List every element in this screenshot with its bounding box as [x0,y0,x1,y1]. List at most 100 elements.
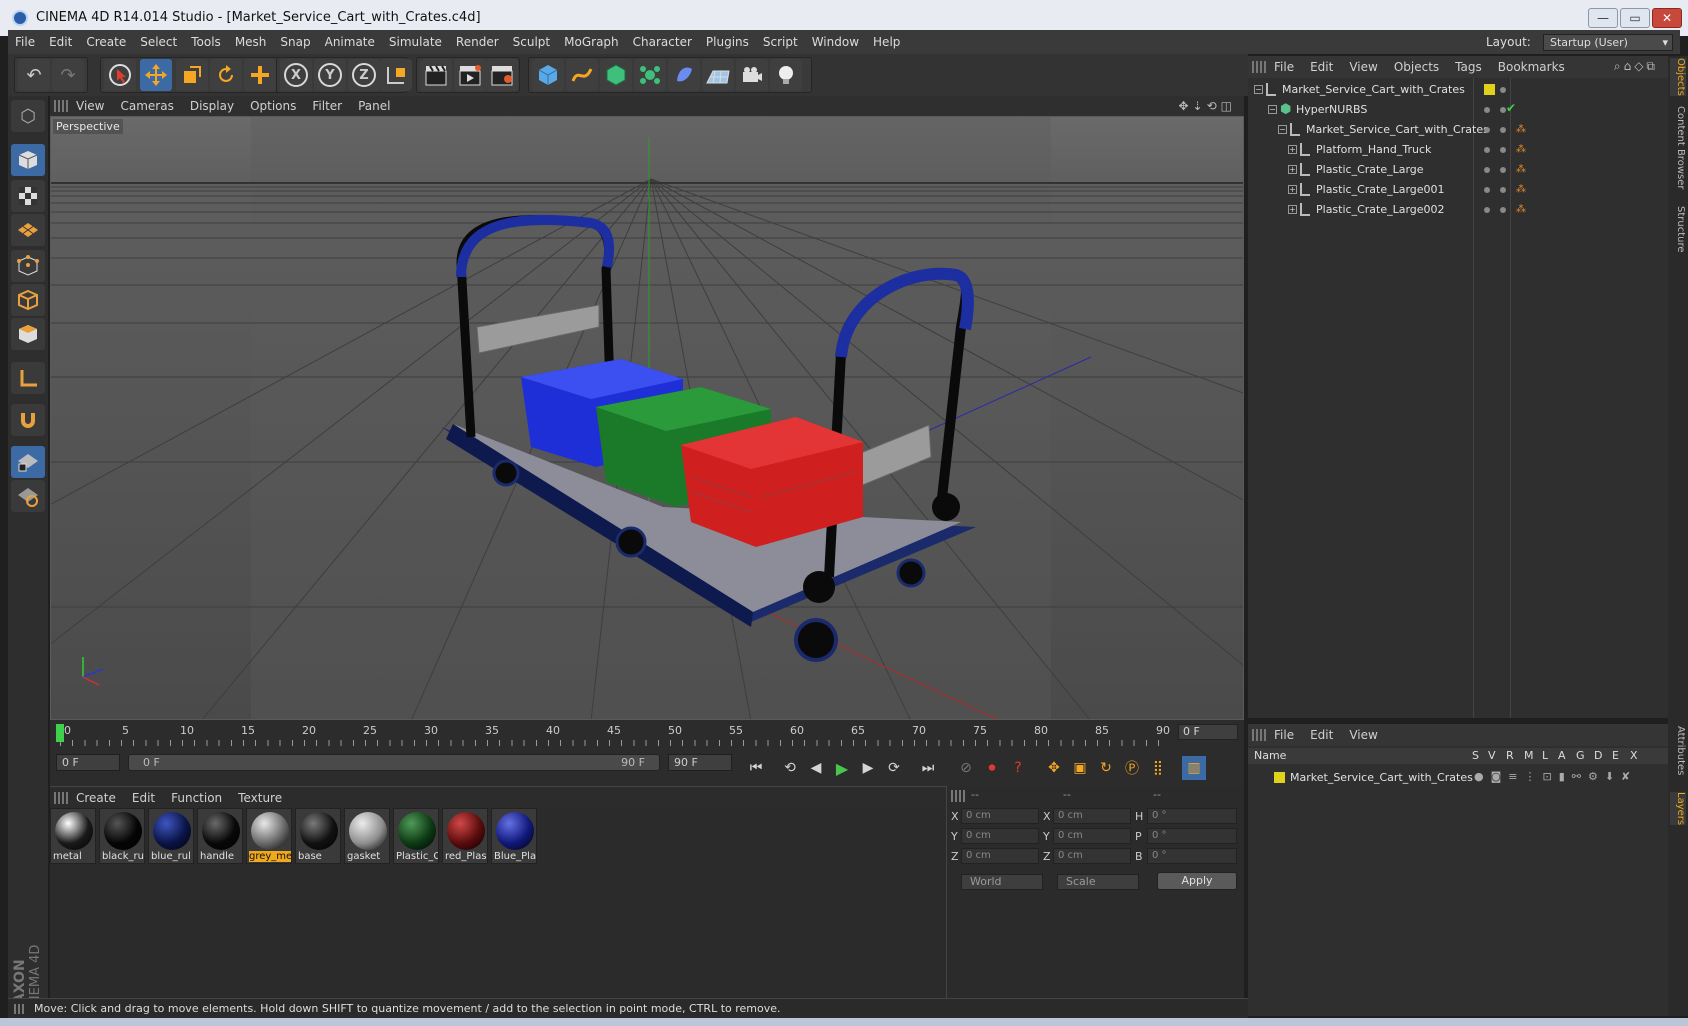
visibility-dot[interactable] [1500,87,1506,93]
redo-button[interactable]: ↷ [52,59,84,91]
tab-structure[interactable]: Structure [1670,206,1686,253]
keyframe-selection-button[interactable]: ? [1006,756,1030,780]
visibility-dot[interactable] [1500,207,1506,213]
timeline-playhead[interactable] [56,724,64,742]
collapse-icon[interactable]: − [1268,105,1277,114]
collapse-icon[interactable]: − [1254,85,1263,94]
lock-y-button[interactable]: Y [314,59,346,91]
current-frame-field[interactable]: 0 F [1178,724,1238,740]
object-row[interactable]: − Market_Service_Cart_with_Crates [1248,80,1668,100]
position-z-field[interactable]: 0 cm [961,848,1039,864]
menu-snap[interactable]: Snap [273,30,317,54]
rotation-b-field[interactable]: 0 ° [1147,848,1237,864]
cube-button[interactable] [532,59,564,91]
lock-workplane-button[interactable] [11,446,45,478]
layer-menu-view[interactable]: View [1341,724,1385,746]
menu-window[interactable]: Window [805,30,866,54]
key-scale-button[interactable]: ▣ [1068,756,1092,780]
layout-select[interactable]: Startup (User) [1543,34,1673,51]
texture-tag-icon[interactable]: ⁂ [1516,124,1526,135]
material-swatch[interactable]: blue_rul [148,808,194,864]
go-to-end-button[interactable]: ⏭ [916,756,940,780]
axis-mode-button[interactable] [11,362,45,394]
key-parameter-button[interactable]: Ⓟ [1120,756,1144,780]
tab-attributes[interactable]: Attributes [1670,726,1686,775]
visibility-dot[interactable] [1484,167,1490,173]
timeline-window-button[interactable]: ▥ [1182,756,1206,780]
autokey-button[interactable]: ⏺ [980,756,1004,780]
visibility-dot[interactable] [1484,107,1490,113]
play-button[interactable]: ▶ [830,756,854,780]
visibility-dot[interactable] [1500,147,1506,153]
3d-viewport[interactable]: Perspective [50,116,1244,720]
object-row[interactable]: + Plastic_Crate_Large ⁂ [1248,160,1668,180]
material-menu-create[interactable]: Create [68,787,124,809]
floor-button[interactable] [702,59,734,91]
deformer-button[interactable] [668,59,700,91]
material-swatch[interactable]: base [295,808,341,864]
visibility-dot[interactable] [1484,187,1490,193]
object-menu-bookmarks[interactable]: Bookmarks [1490,56,1573,78]
model-mode-button[interactable] [11,144,45,176]
object-menu-edit[interactable]: Edit [1302,56,1341,78]
material-swatch[interactable]: handle [197,808,243,864]
object-menu-objects[interactable]: Objects [1386,56,1447,78]
viewport-menu-filter[interactable]: Filter [304,96,350,116]
enabled-check-icon[interactable]: ✔ [1506,101,1516,115]
menu-sculpt[interactable]: Sculpt [506,30,557,54]
live-selection-button[interactable] [104,59,136,91]
frame-range-slider[interactable]: 0 F 90 F [128,754,660,771]
planar-workplane-button[interactable] [11,480,45,512]
visibility-dot[interactable] [1484,207,1490,213]
material-swatch[interactable]: grey_me [246,808,292,864]
end-frame-field[interactable]: 90 F [668,754,732,771]
viewport-menu-view[interactable]: View [68,96,112,116]
expand-icon[interactable]: + [1288,185,1297,194]
object-row[interactable]: + Plastic_Crate_Large002 ⁂ [1248,200,1668,220]
texture-tag-icon[interactable]: ⁂ [1516,204,1526,215]
viewport-menu-cameras[interactable]: Cameras [112,96,181,116]
light-button[interactable] [770,59,802,91]
object-menu-tags[interactable]: Tags [1447,56,1490,78]
array-button[interactable] [634,59,666,91]
collapse-icon[interactable]: − [1278,125,1287,134]
record-active-button[interactable]: ⊘ [954,756,978,780]
material-swatch[interactable]: metal [50,808,96,864]
key-pla-button[interactable]: ⣿ [1146,756,1170,780]
texture-tag-icon[interactable]: ⁂ [1516,164,1526,175]
menu-create[interactable]: Create [79,30,133,54]
viewport-menu-options[interactable]: Options [242,96,304,116]
visibility-dot[interactable] [1484,127,1490,133]
viewport-nav-icons[interactable]: ✥⇣⟲◫ [1178,99,1236,113]
layer-row[interactable]: Market_Service_Cart_with_Crates ●◙≡⋮⊡▮⚯⚙… [1248,768,1668,788]
object-manager-search-icons[interactable]: ⌕⌂◇⧉ [1614,59,1658,74]
rotation-p-field[interactable]: 0 ° [1147,828,1237,844]
material-menu-texture[interactable]: Texture [230,787,290,809]
coordinate-space-select[interactable]: World [961,874,1043,890]
next-key-button[interactable]: ⟳ [882,756,906,780]
render-view-button[interactable] [420,59,452,91]
texture-tag-icon[interactable]: ⁂ [1516,144,1526,155]
previous-key-button[interactable]: ⟲ [778,756,802,780]
timeline-ruler[interactable]: 0 5 10 15 20 25 30 35 40 45 50 55 60 65 … [50,720,1244,750]
scale-tool-button[interactable] [176,59,208,91]
viewport-menu-display[interactable]: Display [182,96,242,116]
material-swatch[interactable]: red_Plas [442,808,488,864]
apply-button[interactable]: Apply [1157,872,1237,890]
rotate-tool-button[interactable] [210,59,242,91]
material-swatch[interactable]: black_ru [99,808,145,864]
layer-menu-file[interactable]: File [1266,724,1302,746]
material-menu-function[interactable]: Function [163,787,230,809]
menu-edit[interactable]: Edit [42,30,79,54]
move-tool-button[interactable] [140,59,172,91]
tab-objects[interactable]: Objects [1670,58,1686,96]
tab-layers[interactable]: Layers [1670,792,1686,826]
lock-x-button[interactable]: X [280,59,312,91]
menu-character[interactable]: Character [626,30,699,54]
size-z-field[interactable]: 0 cm [1053,848,1131,864]
menu-simulate[interactable]: Simulate [382,30,449,54]
position-y-field[interactable]: 0 cm [961,828,1039,844]
object-row[interactable]: − ⬢ HyperNURBS ✔ [1248,100,1668,120]
spline-button[interactable] [566,59,598,91]
menu-animate[interactable]: Animate [318,30,382,54]
